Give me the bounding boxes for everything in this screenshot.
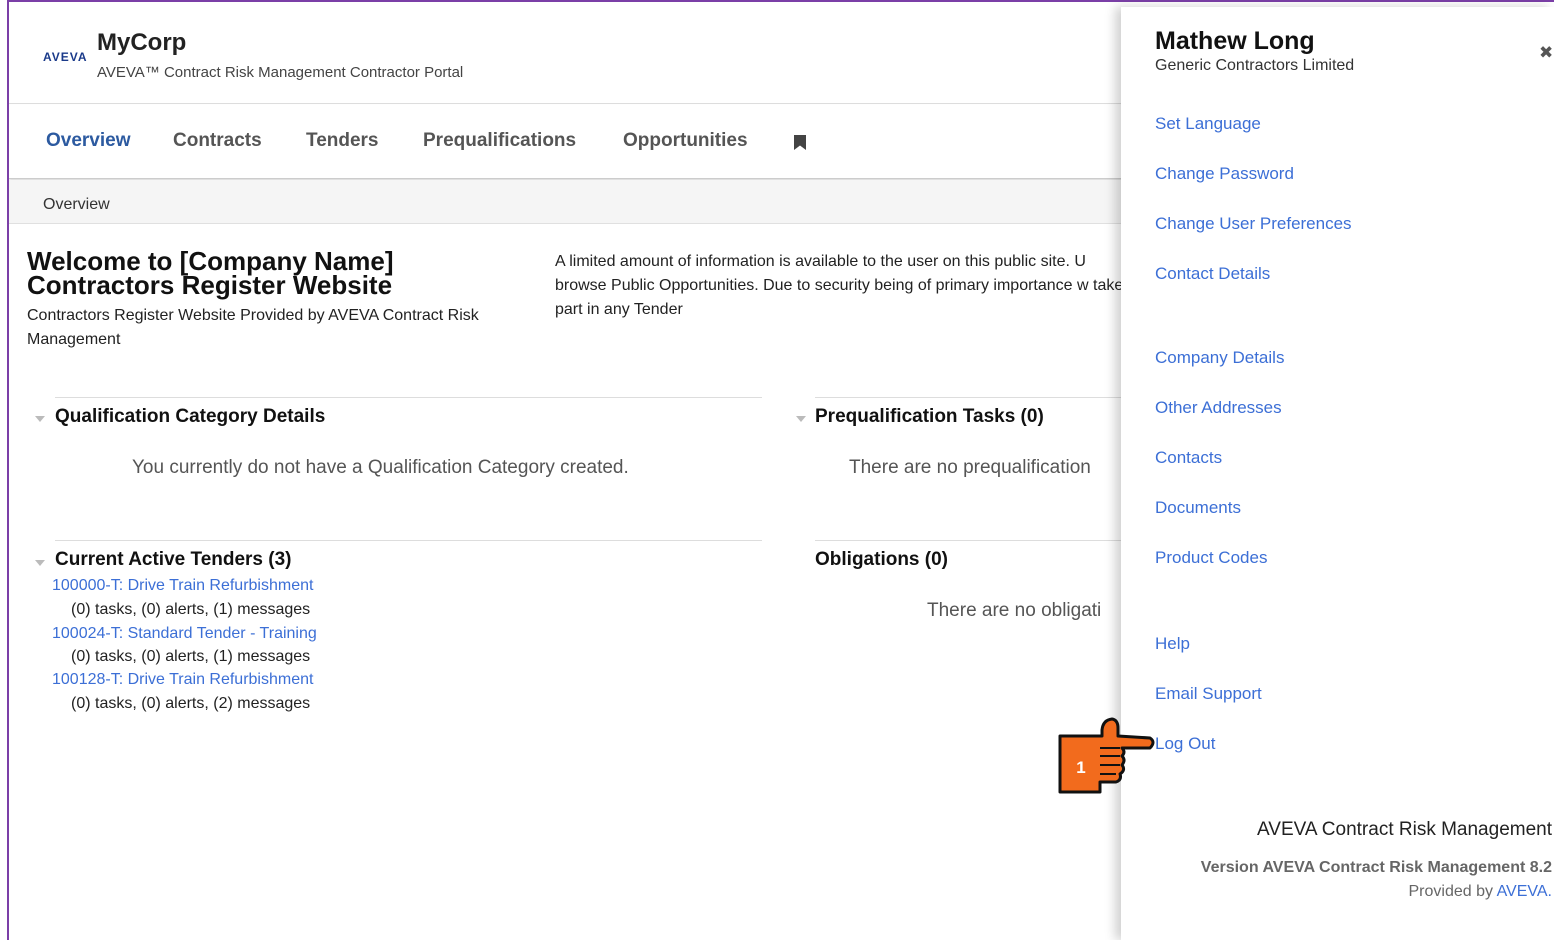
- footer-provided-prefix: Provided by: [1408, 883, 1497, 900]
- obligations-empty-message: There are no obligati: [927, 600, 1102, 621]
- portal-title: AVEVA™ Contract Risk Management Contract…: [97, 64, 464, 81]
- tender-link[interactable]: 100128-T: Drive Train Refurbishment: [52, 671, 313, 689]
- tender-link[interactable]: 100000-T: Drive Train Refurbishment: [52, 577, 313, 595]
- welcome-title: Welcome to [Company Name] Contractors Re…: [27, 248, 527, 300]
- user-menu-panel: Mathew Long Generic Contractors Limited …: [1121, 7, 1554, 940]
- collapse-caret-icon[interactable]: [35, 560, 45, 566]
- obligations-heading: Obligations (0): [815, 549, 948, 570]
- close-icon[interactable]: ✖: [1539, 43, 1553, 63]
- footer-provided-by: Provided by AVEVA.: [1409, 883, 1553, 901]
- qualification-empty-message: You currently do not have a Qualificatio…: [132, 457, 629, 478]
- nav-tab-contracts[interactable]: Contracts: [173, 130, 262, 152]
- welcome-info: A limited amount of information is avail…: [555, 253, 1124, 318]
- menu-help[interactable]: Help: [1155, 634, 1190, 654]
- callout-step-number: 1: [1076, 758, 1085, 777]
- collapse-caret-icon[interactable]: [796, 416, 806, 422]
- menu-company-details[interactable]: Company Details: [1155, 348, 1284, 368]
- prequal-tasks-heading: Prequalification Tasks (0): [815, 406, 1044, 427]
- menu-contacts[interactable]: Contacts: [1155, 448, 1222, 468]
- collapse-caret-icon[interactable]: [35, 416, 45, 422]
- company-name: MyCorp: [97, 29, 187, 56]
- user-company: Generic Contractors Limited: [1155, 57, 1355, 74]
- section-divider: [55, 540, 762, 541]
- tenders-heading: Current Active Tenders (3): [55, 549, 292, 570]
- prequal-tasks-empty-message: There are no prequalification: [849, 457, 1091, 478]
- footer-brand-link[interactable]: AVEVA.: [1497, 883, 1552, 900]
- menu-change-password[interactable]: Change Password: [1155, 164, 1294, 184]
- tender-link[interactable]: 100024-T: Standard Tender - Training: [52, 625, 317, 643]
- menu-log-out[interactable]: Log Out: [1155, 734, 1216, 754]
- pointing-hand-icon: 1: [1058, 717, 1155, 794]
- welcome-subtitle: Contractors Register Website Provided by…: [27, 307, 479, 348]
- aveva-logo: AVEVA: [43, 50, 88, 64]
- section-divider: [55, 397, 762, 398]
- menu-contact-details[interactable]: Contact Details: [1155, 264, 1270, 284]
- menu-other-addresses[interactable]: Other Addresses: [1155, 398, 1282, 418]
- menu-email-support[interactable]: Email Support: [1155, 684, 1262, 704]
- menu-set-language[interactable]: Set Language: [1155, 114, 1261, 134]
- bookmark-icon[interactable]: [794, 135, 806, 150]
- tender-meta: (0) tasks, (0) alerts, (1) messages: [71, 601, 311, 618]
- nav-tab-prequalifications[interactable]: Prequalifications: [423, 130, 576, 152]
- nav-tab-opportunities[interactable]: Opportunities: [623, 130, 748, 152]
- footer-product-name: AVEVA Contract Risk Management: [1257, 819, 1552, 840]
- menu-change-user-preferences[interactable]: Change User Preferences: [1155, 214, 1352, 234]
- qualification-heading: Qualification Category Details: [55, 406, 326, 427]
- breadcrumb: Overview: [43, 196, 110, 213]
- tender-meta: (0) tasks, (0) alerts, (1) messages: [71, 648, 311, 665]
- welcome-title-line2: Contractors Register Website: [27, 270, 393, 300]
- menu-product-codes[interactable]: Product Codes: [1155, 548, 1267, 568]
- nav-tab-tenders[interactable]: Tenders: [306, 130, 379, 152]
- menu-documents[interactable]: Documents: [1155, 498, 1241, 518]
- footer-version: Version AVEVA Contract Risk Management 8…: [1200, 859, 1552, 876]
- user-name: Mathew Long: [1155, 27, 1315, 55]
- tender-meta: (0) tasks, (0) alerts, (2) messages: [71, 695, 311, 712]
- nav-tab-overview[interactable]: Overview: [46, 130, 131, 152]
